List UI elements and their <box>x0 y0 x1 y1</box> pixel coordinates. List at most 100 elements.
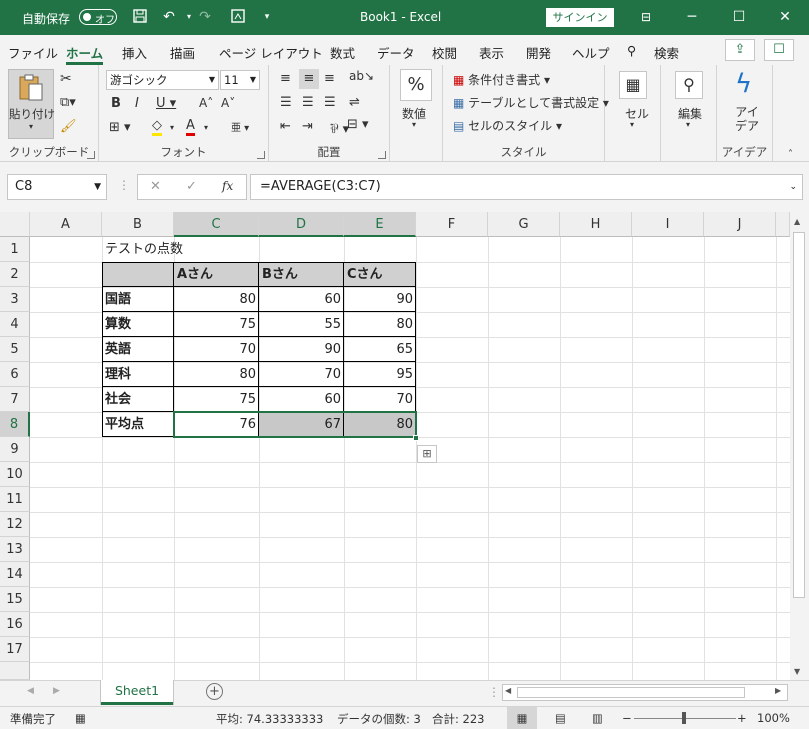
save-icon[interactable] <box>131 8 149 26</box>
column-header-b[interactable]: B <box>102 212 174 237</box>
insert-function-icon[interactable]: fx <box>222 179 233 193</box>
scroll-left-icon[interactable]: ◀ <box>505 686 511 695</box>
editing-group[interactable]: ⚲ 編集 ▾ <box>661 65 717 162</box>
sheet-tab-sheet1[interactable]: Sheet1 <box>101 680 173 705</box>
score-cell[interactable]: 80 <box>174 287 259 312</box>
phonetic-icon[interactable]: 亜 ▾ <box>231 119 249 134</box>
copy-icon[interactable]: ⧉▾ <box>60 95 76 110</box>
status-sum[interactable]: 合計: 223 <box>432 711 484 727</box>
tab-page-layout[interactable]: ページ レイアウト <box>219 43 323 62</box>
score-cell[interactable]: 80 <box>174 362 259 387</box>
expand-formula-bar-icon[interactable]: ⌄ <box>789 175 797 199</box>
status-count[interactable]: データの個数: 3 <box>337 711 421 727</box>
font-launcher-icon[interactable] <box>257 151 265 159</box>
row-header[interactable]: 12 <box>0 512 30 537</box>
quick-analysis-icon[interactable]: ⊞ <box>417 445 437 463</box>
subject-cell[interactable]: 英語 <box>102 337 174 362</box>
tab-data[interactable]: データ <box>377 43 415 62</box>
column-header-i[interactable]: I <box>632 212 704 237</box>
zoom-level[interactable]: 100% <box>757 711 790 725</box>
ideas-button[interactable]: アイ デア <box>735 105 759 133</box>
merge-center-icon[interactable]: ⊟ ▾ <box>347 117 369 132</box>
font-color-icon[interactable]: A <box>186 118 195 136</box>
sheet-title-cell[interactable]: テストの点数 <box>102 237 282 262</box>
cut-icon[interactable]: ✂ <box>60 71 72 87</box>
average-cell[interactable]: 67 <box>259 412 344 437</box>
column-header-g[interactable]: G <box>488 212 560 237</box>
text-direction-icon[interactable]: ⅌ ▾ <box>330 119 349 137</box>
screenshot-icon[interactable] <box>229 8 247 26</box>
vertical-scroll-thumb[interactable] <box>793 232 805 598</box>
align-top-icon[interactable]: ≡ <box>280 71 291 86</box>
underline-button[interactable]: U ▾ <box>156 96 176 111</box>
clipboard-launcher-icon[interactable] <box>87 151 95 159</box>
row-header[interactable]: 17 <box>0 637 30 662</box>
subject-cell[interactable]: 国語 <box>102 287 174 312</box>
customize-qat-icon[interactable]: ▾ <box>258 8 276 26</box>
align-left-icon[interactable]: ☰ <box>280 95 292 110</box>
select-all-corner[interactable] <box>0 212 30 237</box>
fill-color-icon[interactable]: ◇ <box>152 118 162 136</box>
column-header-j[interactable]: J <box>704 212 776 237</box>
increase-font-icon[interactable]: A˄ <box>199 96 213 110</box>
bold-button[interactable]: B <box>111 96 121 111</box>
orientation-icon[interactable]: ab↘ <box>349 69 374 83</box>
name-box[interactable]: C8 ▼ <box>7 174 107 200</box>
decrease-indent-icon[interactable]: ⇤ <box>280 119 291 134</box>
align-bottom-icon[interactable]: ≡ <box>324 71 335 86</box>
horizontal-scrollbar[interactable]: ◀ ▶ <box>502 684 788 701</box>
add-sheet-icon[interactable]: + <box>206 683 223 700</box>
row-header[interactable]: 13 <box>0 537 30 562</box>
align-right-icon[interactable]: ☰ <box>324 95 336 110</box>
fill-color-dropdown-icon[interactable]: ▾ <box>170 123 174 132</box>
subject-cell[interactable]: 社会 <box>102 387 174 412</box>
enter-icon[interactable]: ✓ <box>186 179 197 194</box>
header-cell[interactable]: Cさん <box>344 262 416 287</box>
row-header[interactable]: 3 <box>0 287 30 312</box>
score-cell[interactable]: 75 <box>174 312 259 337</box>
tab-draw[interactable]: 描画 <box>170 43 195 62</box>
signin-button[interactable]: サインイン <box>546 8 614 27</box>
zoom-in-icon[interactable]: + <box>737 711 747 725</box>
average-label-cell[interactable]: 平均点 <box>102 412 174 437</box>
score-cell[interactable]: 70 <box>259 362 344 387</box>
column-header-e[interactable]: E <box>344 212 416 237</box>
decrease-font-icon[interactable]: A˅ <box>221 96 235 110</box>
score-cell[interactable]: 65 <box>344 337 416 362</box>
score-cell[interactable]: 95 <box>344 362 416 387</box>
vertical-scrollbar[interactable]: ▲ ▼ <box>790 212 809 680</box>
tab-help[interactable]: ヘルプ <box>572 43 610 62</box>
close-icon[interactable]: ✕ <box>775 7 795 27</box>
row-header[interactable]: 8 <box>0 412 30 437</box>
comments-button[interactable]: ☐ <box>764 39 794 61</box>
italic-button[interactable]: I <box>135 96 139 111</box>
score-cell[interactable]: 70 <box>174 337 259 362</box>
undo-icon[interactable]: ↶ <box>160 8 178 26</box>
share-button[interactable]: ⇪ <box>725 39 755 61</box>
name-box-dropdown-icon[interactable]: ▼ <box>94 175 101 199</box>
score-cell[interactable]: 55 <box>259 312 344 337</box>
page-break-view-icon[interactable]: ▥ <box>592 711 603 725</box>
row-header[interactable]: 5 <box>0 337 30 362</box>
tab-developer[interactable]: 開発 <box>526 43 551 62</box>
cancel-icon[interactable]: ✕ <box>150 179 161 194</box>
tab-review[interactable]: 校閲 <box>432 43 457 62</box>
column-header-d[interactable]: D <box>259 212 344 237</box>
score-cell[interactable]: 90 <box>344 287 416 312</box>
row-header[interactable]: 6 <box>0 362 30 387</box>
score-cell[interactable]: 60 <box>259 387 344 412</box>
row-header[interactable]: 2 <box>0 262 30 287</box>
status-average[interactable]: 平均: 74.33333333 <box>216 711 323 727</box>
font-name-select[interactable]: 游ゴシック ▼ <box>106 70 219 90</box>
zoom-slider-thumb[interactable] <box>682 712 686 724</box>
format-painter-icon[interactable]: 🖌 <box>60 119 77 134</box>
subject-cell[interactable]: 算数 <box>102 312 174 337</box>
cells-group[interactable]: ▦ セル ▾ <box>605 65 661 162</box>
collapse-ribbon-icon[interactable]: ˄ <box>788 149 793 160</box>
header-cell[interactable]: Aさん <box>174 262 259 287</box>
score-cell[interactable]: 75 <box>174 387 259 412</box>
tab-insert[interactable]: 挿入 <box>122 43 147 62</box>
cell-styles-button[interactable]: ▤ セルのスタイル ▾ <box>453 117 562 134</box>
formula-input[interactable]: =AVERAGE(C3:C7) ⌄ <box>250 174 803 200</box>
paste-button[interactable]: 貼り付け ▾ <box>8 69 55 139</box>
